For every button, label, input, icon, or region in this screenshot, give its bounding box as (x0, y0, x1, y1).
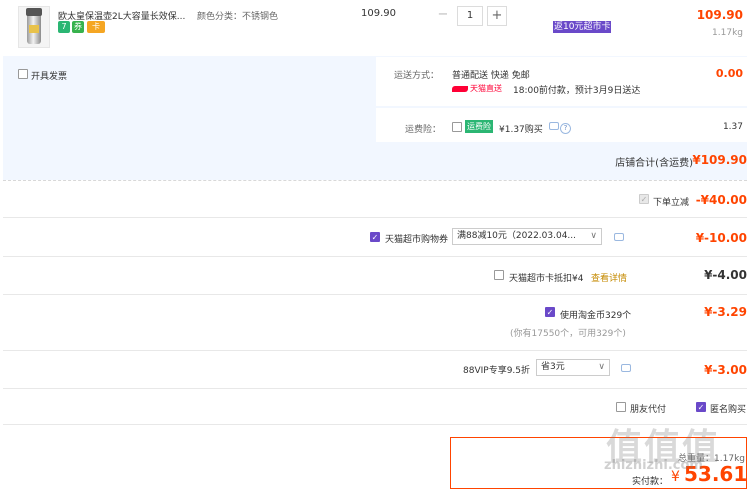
product-thumbnail[interactable] (18, 6, 50, 48)
quantity-stepper: − 1 + (433, 6, 507, 26)
quantity-input[interactable]: 1 (457, 6, 483, 26)
invoice-label: 开具发票 (31, 72, 68, 82)
instant-discount-checkbox (639, 194, 649, 204)
chevron-down-icon: ∨ (598, 362, 605, 372)
quantity-plus-button[interactable]: + (487, 6, 507, 26)
shipping-label: 运送方式： (394, 71, 440, 81)
instant-discount-amount: -¥40.00 (695, 193, 747, 207)
insurance-amount: 1.37 (722, 122, 743, 132)
taojinbi-amount: ¥-3.29 (704, 305, 747, 319)
item-subtotal: 109.90 (696, 8, 743, 22)
instant-discount-label: 下单立减 (653, 198, 690, 208)
watermark-url: zhizhizhi.com (604, 458, 703, 473)
friend-pay-checkbox[interactable] (616, 402, 626, 412)
vip-discount-select[interactable]: 省3元 ∨ (536, 359, 610, 376)
tmall-logo-icon (452, 85, 468, 92)
shipping-panel (376, 57, 747, 106)
insurance-help-icon[interactable]: ? (549, 122, 571, 134)
shop-total-amount: ¥109.90 (692, 153, 747, 167)
supermarket-coupon-checkbox[interactable] (370, 232, 380, 242)
seven-day-return-icon: 7 (58, 21, 70, 33)
chat-icon[interactable] (614, 233, 624, 241)
divider (3, 180, 747, 181)
taojinbi-label: 使用淘金币329个 (560, 311, 632, 321)
insurance-price: ¥1.37购买 (499, 125, 543, 135)
coupon-select[interactable]: 满88减10元（2022.03.04... ∨ (452, 228, 602, 245)
divider (3, 217, 747, 218)
insurance-checkbox[interactable] (452, 122, 462, 132)
friend-pay-label: 朋友代付 (630, 405, 667, 415)
coupon-icon: 券 (72, 21, 84, 33)
anonymous-label: 匿名购买 (710, 405, 747, 415)
promo-badge: 返10元超市卡 (553, 21, 612, 33)
shipping-fee: 0.00 (715, 67, 743, 80)
supermarket-card-label: 天猫超市卡抵扣¥4 (509, 274, 584, 284)
chat-icon[interactable] (621, 364, 631, 372)
chevron-down-icon: ∨ (590, 231, 597, 241)
taojinbi-balance: (你有17550个，可用329个) (510, 329, 626, 339)
vip-discount-amount: ¥-3.00 (704, 363, 747, 377)
supermarket-card-checkbox[interactable] (494, 270, 504, 280)
coupon-amount: ¥-10.00 (695, 231, 747, 245)
divider (3, 388, 747, 389)
view-details-link[interactable]: 查看详情 (591, 271, 627, 284)
item-weight: 1.17kg (712, 28, 743, 38)
unit-price: 109.90 (361, 8, 396, 19)
supermarket-card-amount: ¥-4.00 (704, 268, 747, 282)
divider (3, 350, 747, 351)
product-spec: 颜色分类：不锈钢色 (197, 12, 279, 22)
insurance-tag: 运费险 (465, 120, 493, 133)
invoice-checkbox[interactable] (18, 69, 28, 79)
anonymous-checkbox[interactable] (696, 402, 706, 412)
shipping-method: 普通配送 快递 免邮 (452, 71, 530, 81)
shop-total-label: 店铺合计(含运费) (615, 158, 693, 169)
supermarket-coupon-label: 天猫超市购物券 (385, 235, 449, 245)
divider (3, 294, 747, 295)
card-icon: 卡 (87, 21, 105, 33)
vip-discount-label: 88VIP专享9.5折 (463, 366, 531, 376)
divider (3, 256, 747, 257)
tmall-direct-badge: 天猫直送 (452, 83, 502, 94)
pay-label: 实付款： (632, 477, 669, 487)
quantity-minus-button[interactable]: − (433, 6, 453, 26)
delivery-eta: 18:00前付款，预计3月9日送达 (513, 86, 641, 96)
taojinbi-checkbox[interactable] (545, 307, 555, 317)
insurance-label: 运费险： (405, 125, 442, 135)
